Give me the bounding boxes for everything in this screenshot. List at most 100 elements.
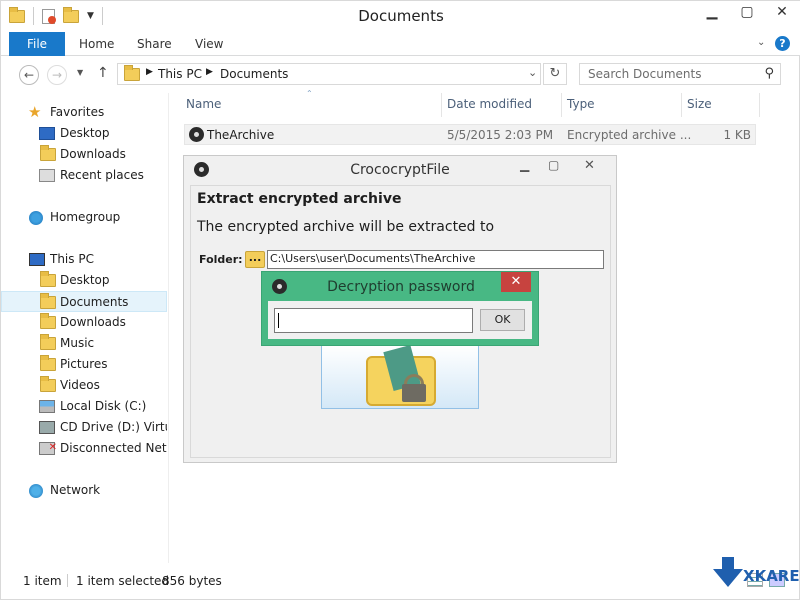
nav-downloads[interactable]: Downloads <box>1 144 167 165</box>
breadcrumb-this-pc[interactable]: This PC <box>158 67 202 81</box>
nav-network[interactable]: Network <box>1 480 167 501</box>
status-selected: 1 item selected <box>76 574 170 588</box>
forward-button[interactable]: → <box>47 65 67 85</box>
column-divider[interactable] <box>681 93 682 117</box>
tab-file[interactable]: File <box>9 32 65 56</box>
column-size[interactable]: Size <box>687 97 712 115</box>
download-arrow-icon <box>713 557 743 587</box>
nav-pc-videos[interactable]: Videos <box>1 375 167 396</box>
tab-home[interactable]: Home <box>79 32 114 56</box>
nav-pc-desktop[interactable]: Desktop <box>1 270 167 291</box>
cd-drive-icon <box>39 421 55 434</box>
nav-pc-pictures[interactable]: Pictures <box>1 354 167 375</box>
window-title: Documents <box>358 7 444 25</box>
folder-label: Folder: <box>199 253 243 266</box>
desktop-icon <box>39 127 55 140</box>
search-icon[interactable]: ⚲ <box>764 66 774 81</box>
search-input[interactable]: Search Documents ⚲ <box>579 63 781 85</box>
pane-divider[interactable] <box>168 93 169 563</box>
password-dialog-title: Decryption password <box>327 279 475 295</box>
status-count: 1 item <box>23 574 62 588</box>
nav-label: Documents <box>60 295 129 309</box>
nav-label: Local Disk (C:) <box>60 399 147 413</box>
videos-folder-icon <box>40 376 56 392</box>
status-bar: 1 item 1 item selected 856 bytes <box>1 571 800 591</box>
close-button[interactable]: ✕ <box>765 1 799 25</box>
up-button[interactable]: ↑ <box>97 65 109 81</box>
ok-button[interactable]: OK <box>480 309 525 331</box>
computer-icon <box>29 253 45 266</box>
watermark-logo: XKARE <box>707 557 800 597</box>
tab-view[interactable]: View <box>195 32 223 56</box>
nav-pc-music[interactable]: Music <box>1 333 167 354</box>
file-row[interactable]: TheArchive 5/5/2015 2:03 PM Encrypted ar… <box>184 124 756 145</box>
close-button[interactable]: ✕ <box>584 158 595 173</box>
minimize-button[interactable]: ▁ <box>695 1 729 25</box>
back-button[interactable]: ← <box>19 65 39 85</box>
pictures-folder-icon <box>40 355 56 371</box>
breadcrumb-documents[interactable]: Documents <box>220 67 288 81</box>
dialog-heading: Extract encrypted archive <box>197 191 402 207</box>
minimize-button[interactable]: ▁ <box>520 158 529 172</box>
folder-icon <box>40 271 56 287</box>
tab-share[interactable]: Share <box>137 32 172 56</box>
chevron-down-icon[interactable]: ⌄ <box>528 66 537 79</box>
address-bar[interactable]: ▶ This PC ▶ Documents ⌄ <box>117 63 541 85</box>
nav-recent-places[interactable]: Recent places <box>1 165 167 186</box>
nav-label: Network <box>50 483 101 497</box>
nav-desktop[interactable]: Desktop <box>1 123 167 144</box>
music-folder-icon <box>40 334 56 350</box>
dialog-text: The encrypted archive will be extracted … <box>197 219 495 235</box>
password-input[interactable] <box>274 308 473 333</box>
separator <box>67 574 68 587</box>
navigation-pane: ★ Favorites Desktop Downloads Recent pla… <box>1 96 167 562</box>
nav-pc-downloads[interactable]: Downloads <box>1 312 167 333</box>
column-divider[interactable] <box>441 93 442 117</box>
folder-path-input[interactable]: C:\Users\user\Documents\TheArchive <box>267 250 604 269</box>
nav-cd-drive[interactable]: CD Drive (D:) Virtual <box>1 417 167 438</box>
file-size: 1 KB <box>723 128 751 142</box>
nav-this-pc[interactable]: This PC <box>1 249 167 270</box>
file-date: 5/5/2015 2:03 PM <box>447 128 554 142</box>
nav-label: Desktop <box>60 126 110 140</box>
folder-icon <box>124 65 140 81</box>
column-divider[interactable] <box>759 93 760 117</box>
nav-label: CD Drive (D:) Virtual <box>60 420 167 434</box>
dialog-title-bar: CrococryptFile ▁ ▢ ✕ <box>184 156 616 184</box>
column-date-modified[interactable]: Date modified <box>447 97 532 115</box>
file-name: TheArchive <box>207 128 275 142</box>
nav-homegroup[interactable]: Homegroup <box>1 207 167 228</box>
watermark-text: XKARE <box>743 567 800 585</box>
text-cursor <box>278 313 279 328</box>
help-icon[interactable]: ? <box>775 36 790 51</box>
maximize-button[interactable]: ▢ <box>548 158 559 172</box>
lock-body-icon <box>402 384 426 402</box>
nav-label: Recent places <box>60 168 144 182</box>
nav-label: Homegroup <box>50 210 121 224</box>
nav-disconnected-network[interactable]: ✕ Disconnected Network <box>1 438 167 459</box>
ribbon-tabs: File Home Share View ⌄ ? <box>1 32 800 56</box>
chevron-down-icon[interactable]: ⌄ <box>757 37 765 48</box>
close-button[interactable]: ✕ <box>501 272 531 292</box>
disconnected-drive-icon: ✕ <box>39 442 57 455</box>
recent-places-icon <box>39 169 55 182</box>
nav-favorites[interactable]: ★ Favorites <box>1 102 167 123</box>
homegroup-icon <box>29 211 43 225</box>
maximize-button[interactable]: ▢ <box>730 1 764 25</box>
file-type: Encrypted archive ... <box>567 128 692 142</box>
column-type[interactable]: Type <box>567 97 595 115</box>
nav-local-disk[interactable]: Local Disk (C:) <box>1 396 167 417</box>
breadcrumb-separator: ▶ <box>206 67 213 77</box>
nav-label: This PC <box>50 252 94 266</box>
nav-label: Disconnected Network <box>60 441 167 455</box>
sort-up-icon: ⌃ <box>306 89 313 98</box>
folder-icon <box>40 313 56 329</box>
address-row: ← → ▼ ↑ ▶ This PC ▶ Documents ⌄ ↻ Search… <box>1 57 800 91</box>
refresh-button[interactable]: ↻ <box>543 63 567 85</box>
column-divider[interactable] <box>561 93 562 117</box>
browse-folder-button[interactable]: ... <box>245 251 265 268</box>
recent-locations-icon[interactable]: ▼ <box>77 68 83 77</box>
column-name[interactable]: Name <box>186 97 221 115</box>
nav-label: Favorites <box>50 105 105 119</box>
nav-pc-documents[interactable]: Documents <box>1 291 167 312</box>
